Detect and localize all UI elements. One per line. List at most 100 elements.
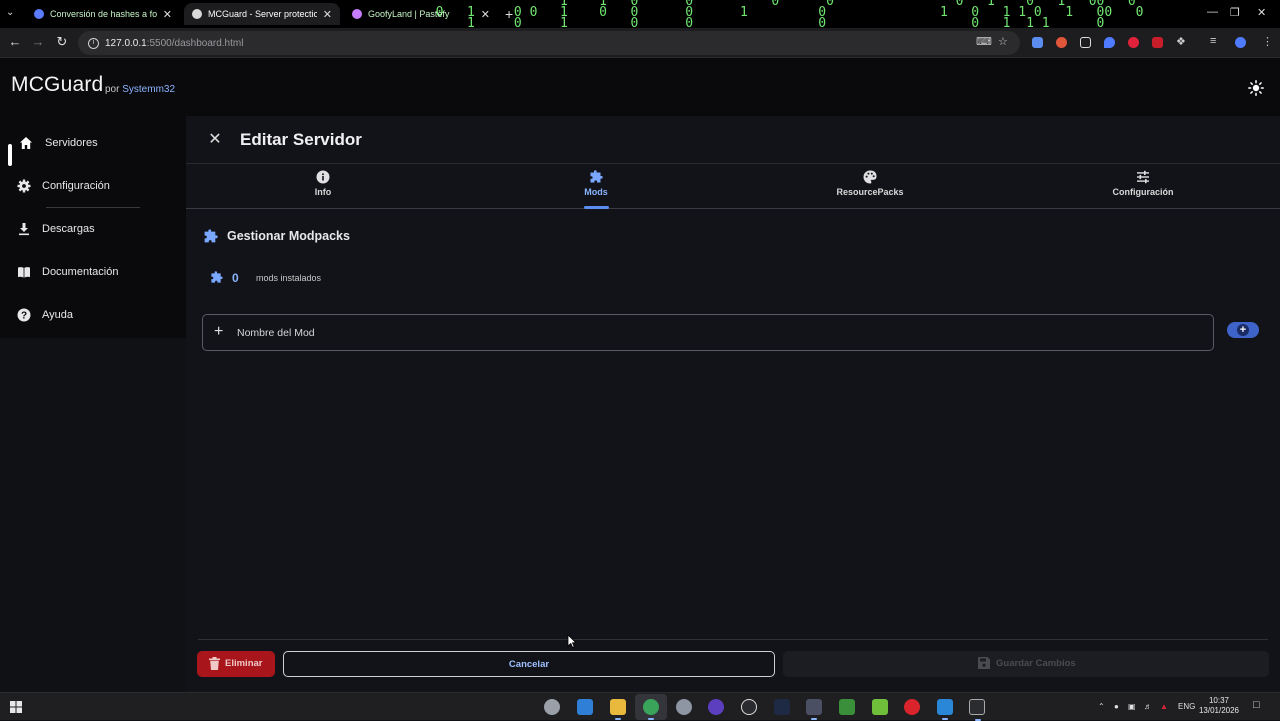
browser-tab-1[interactable]: Conversión de hashes a formato ✕ [26,3,180,25]
taskbar-app-icon-12[interactable] [904,699,920,715]
site-info-icon[interactable]: i [88,37,99,49]
tray-overflow-icon[interactable]: ⌃ [1098,702,1105,711]
url-path: :5500/dashboard.html [146,37,244,49]
active-tab-indicator [584,206,609,209]
sun-icon[interactable] [1248,80,1264,96]
tab-resourcepacks[interactable]: ResourcePacks [800,170,940,197]
section-title: Gestionar Modpacks [227,229,350,243]
save-button[interactable]: Guardar Cambios [783,651,1269,677]
add-mod-button[interactable]: + [1227,322,1259,338]
tray-app-icon[interactable]: ▲ [1160,702,1168,711]
taskbar-app-explorer-icon[interactable] [610,699,626,720]
svg-text:?: ? [21,311,27,322]
sidebar-item-ayuda[interactable]: ? Ayuda [0,300,186,330]
sidebar-item-label: Documentación [42,266,119,278]
reading-list-icon[interactable]: ≡ [1210,35,1216,47]
bookmark-star-icon[interactable]: ☆ [998,35,1008,48]
taskbar-app-store-icon[interactable] [577,699,593,715]
address-bar[interactable]: i 127.0.0.1:5500/dashboard.html [78,31,1020,55]
mod-count: 0 [232,271,239,285]
sidebar-item-label: Servidores [45,137,98,149]
volume-icon[interactable]: ♬ [1144,702,1152,711]
close-tab-icon[interactable]: ✕ [323,8,332,21]
extension-icon-1[interactable] [1032,37,1043,48]
profile-avatar[interactable] [1235,37,1246,48]
taskbar-app-icon-11[interactable] [872,699,888,715]
taskbar-app-widgets-icon[interactable] [544,699,560,715]
extension-icon-2[interactable] [1056,37,1067,48]
tab-label: Info [314,187,332,197]
minimize-window-icon[interactable]: — [1207,6,1218,18]
delete-label: Eliminar [225,658,263,669]
microphone-icon[interactable]: ● [1114,702,1119,711]
taskbar-app-github-icon[interactable] [708,699,724,715]
tab-search-menu-icon[interactable]: ⌄ [6,7,20,21]
cancel-button[interactable]: Cancelar [283,651,775,677]
cancel-label: Cancelar [508,659,550,670]
page-title: Editar Servidor [240,130,362,149]
language-indicator[interactable]: ENG [1178,702,1195,711]
back-icon[interactable]: ← [6,34,24,49]
tab-configuracion[interactable]: Configuración [1073,170,1213,197]
tab-info[interactable]: Info [253,170,393,197]
matrix-wallpaper-3: 0 1 0 1 00 0 1 0 1 1 0 1 00 0 0 1 1 1 0 [940,0,1144,28]
restore-window-icon[interactable]: ❐ [1230,6,1240,19]
mod-name-input[interactable] [237,324,1197,342]
footer-divider [198,639,1268,640]
sidebar-divider [46,207,140,208]
plus-icon: + [214,323,224,340]
taskbar-app-vscode-icon[interactable] [937,699,953,720]
close-tab-icon[interactable]: ✕ [163,8,172,21]
browser-tab-3[interactable]: GoofyLand | Pastefy ✕ [344,3,498,25]
sidebar-item-label: Descargas [42,223,95,235]
browser-menu-icon[interactable]: ⋮ [1262,35,1273,48]
tab-favicon [352,9,362,19]
taskbar-app-minecraft-icon[interactable] [839,699,855,715]
windows-start-icon[interactable] [10,701,22,713]
sidebar-item-label: Configuración [42,180,110,192]
taskbar-app-icon-7[interactable] [741,699,757,715]
taskbar-clock[interactable]: 10:37 13/01/2026 [1194,696,1244,716]
close-window-icon[interactable]: ✕ [1257,6,1266,19]
extension-icon-3[interactable] [1080,37,1091,48]
extensions-puzzle-icon[interactable]: ❖ [1176,35,1186,48]
close-tab-icon[interactable]: ✕ [481,8,490,21]
taskbar-app-terminal-icon[interactable] [969,699,985,721]
browser-tab-2[interactable]: MCGuard - Server protection an ✕ [184,3,340,25]
mod-name-field[interactable]: + [202,314,1214,351]
puzzle-icon [590,170,603,183]
tab-title: MCGuard - Server protection an [208,9,317,19]
reload-icon[interactable]: ↻ [53,34,71,50]
trash-icon [209,657,220,670]
taskbar-app-icon-8[interactable] [774,699,790,715]
sliders-icon [1137,170,1149,184]
tab-mods[interactable]: Mods [526,170,666,197]
taskbar-app-chrome-icon[interactable] [643,699,659,720]
extension-icon-5[interactable] [1128,37,1139,48]
forward-icon[interactable]: → [29,34,47,49]
url-host: 127.0.0.1 [105,37,147,49]
help-icon: ? [17,308,31,322]
ublock-icon[interactable] [1152,37,1163,48]
taskbar-app-icon-9[interactable] [806,699,822,720]
sidebar-item-documentacion[interactable]: Documentación [0,257,186,287]
home-icon [20,137,32,149]
info-icon [316,170,330,184]
translate-icon[interactable]: ⌨ [976,35,992,48]
tab-favicon [192,9,202,19]
mod-count-label: mods instalados [256,273,322,283]
sidebar-item-configuracion[interactable]: Configuración [0,171,186,201]
extension-icon-4[interactable] [1104,37,1115,48]
network-icon[interactable]: ▣ [1128,702,1136,711]
notifications-icon[interactable]: □ [1253,699,1260,711]
delete-button[interactable]: Eliminar [197,651,275,677]
new-tab-button[interactable]: + [505,6,513,22]
sidebar-item-servidores[interactable]: Servidores [0,128,186,158]
taskbar-app-icon-5[interactable] [676,699,692,715]
author-link[interactable]: Systemm32 [122,84,175,95]
tab-title: GoofyLand | Pastefy [368,9,450,19]
tab-title: Conversión de hashes a formato [50,9,157,19]
sidebar-item-descargas[interactable]: Descargas [0,214,186,244]
matrix-wallpaper-2: 1 1 0 0 0 0 1 0 0 0 1 0 1 0 0 0 [560,0,834,28]
close-editor-button[interactable]: ✕ [206,131,224,149]
